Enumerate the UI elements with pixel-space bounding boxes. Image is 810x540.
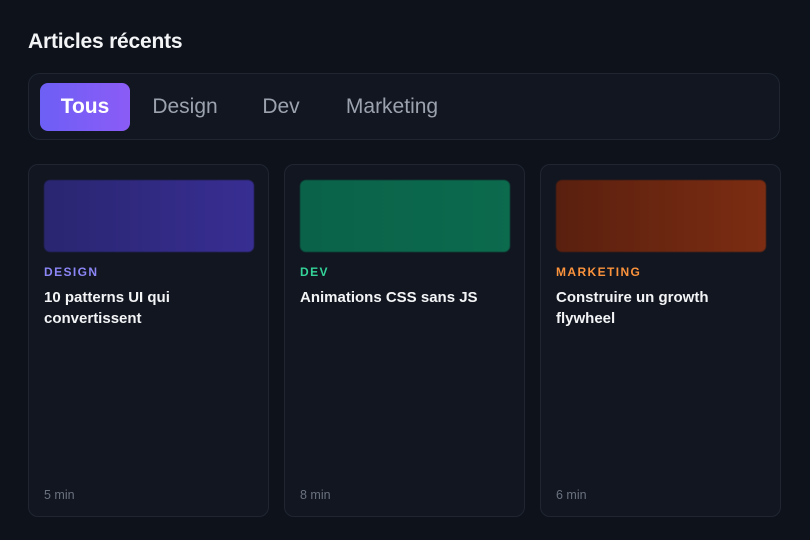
- article-title[interactable]: 10 patterns UI qui convertissent: [44, 287, 244, 329]
- article-card[interactable]: DESIGN 10 patterns UI qui convertissent …: [28, 164, 269, 517]
- article-read-time: 5 min: [44, 488, 75, 502]
- article-card[interactable]: MARKETING Construire un growth flywheel …: [540, 164, 781, 517]
- article-card[interactable]: DEV Animations CSS sans JS 8 min: [284, 164, 525, 517]
- article-thumbnail: [556, 180, 766, 252]
- article-title[interactable]: Construire un growth flywheel: [556, 287, 756, 329]
- tab-all[interactable]: Tous: [40, 83, 130, 131]
- section-title: Articles récents: [28, 30, 183, 53]
- article-read-time: 8 min: [300, 488, 331, 502]
- tab-marketing[interactable]: Marketing: [332, 83, 452, 131]
- article-category: DEV: [300, 265, 329, 279]
- article-title[interactable]: Animations CSS sans JS: [300, 287, 500, 308]
- recent-articles-section: Articles récents Tous Design Dev Marketi…: [0, 0, 810, 540]
- article-thumbnail: [44, 180, 254, 252]
- article-thumbnail: [300, 180, 510, 252]
- article-category: DESIGN: [44, 265, 99, 279]
- article-read-time: 6 min: [556, 488, 587, 502]
- article-category: MARKETING: [556, 265, 642, 279]
- category-filter-tabs: Tous Design Dev Marketing: [28, 73, 780, 140]
- tab-design[interactable]: Design: [140, 83, 230, 131]
- tab-dev[interactable]: Dev: [250, 83, 312, 131]
